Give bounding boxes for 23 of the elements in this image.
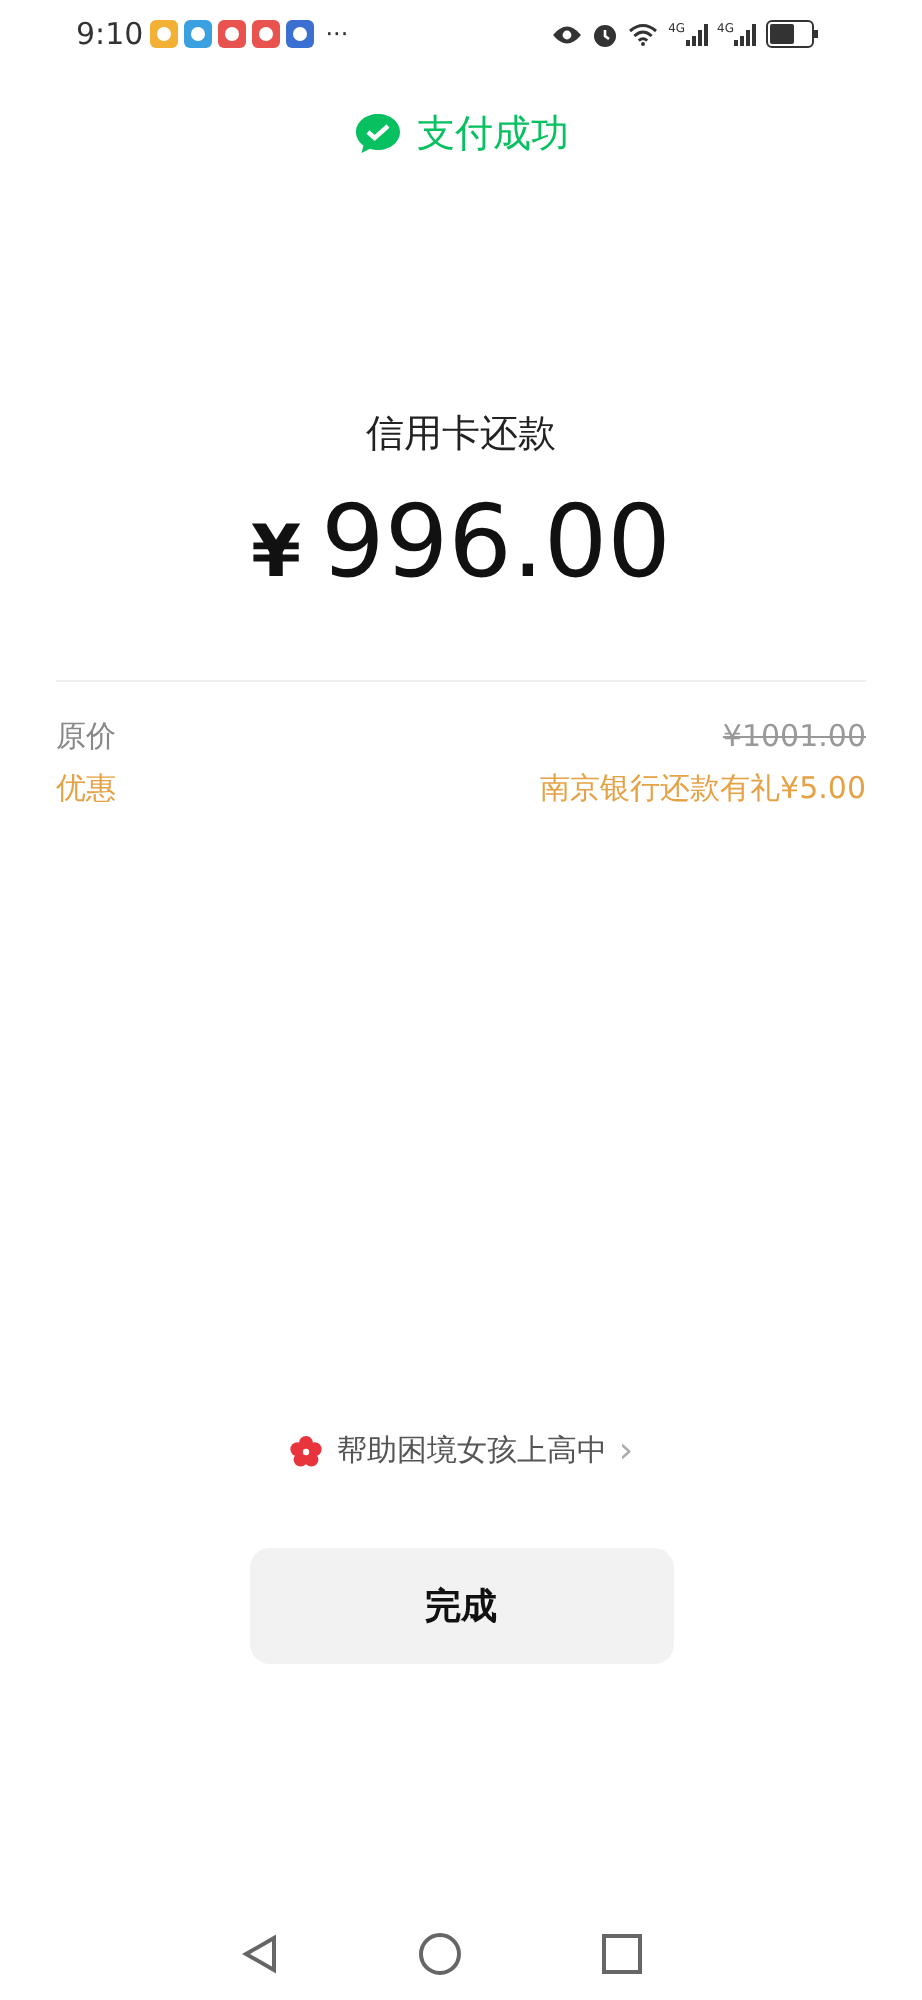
detail-label: 优惠 bbox=[56, 768, 116, 810]
detail-value: 南京银行还款有礼¥5.00 bbox=[540, 768, 866, 810]
recents-icon[interactable] bbox=[601, 1934, 641, 1974]
alarm-icon bbox=[592, 21, 619, 47]
detail-value: ¥1001.00 bbox=[722, 716, 866, 758]
more-notifications: ··· bbox=[325, 20, 349, 48]
chat-check-icon bbox=[353, 112, 401, 156]
charity-link[interactable]: 帮助困境女孩上高中 bbox=[336, 1432, 607, 1470]
wifi-icon bbox=[628, 22, 659, 46]
flower-icon bbox=[288, 1433, 325, 1469]
eye-icon bbox=[552, 23, 583, 45]
done-button[interactable]: 完成 bbox=[249, 1548, 673, 1664]
battery-icon bbox=[766, 20, 814, 48]
detail-label: 原价 bbox=[56, 716, 116, 758]
payment-status-title: 支付成功 bbox=[417, 110, 569, 160]
signal-icon bbox=[734, 23, 756, 45]
home-icon[interactable] bbox=[417, 1932, 461, 1976]
payment-title: 信用卡还款 bbox=[364, 410, 558, 460]
back-icon[interactable] bbox=[241, 1934, 277, 1974]
payment-amount: 996.00 bbox=[321, 484, 671, 600]
clock-time: 9:10 bbox=[76, 16, 144, 52]
signal-icon bbox=[685, 23, 708, 45]
currency-symbol: ¥ bbox=[250, 512, 302, 594]
